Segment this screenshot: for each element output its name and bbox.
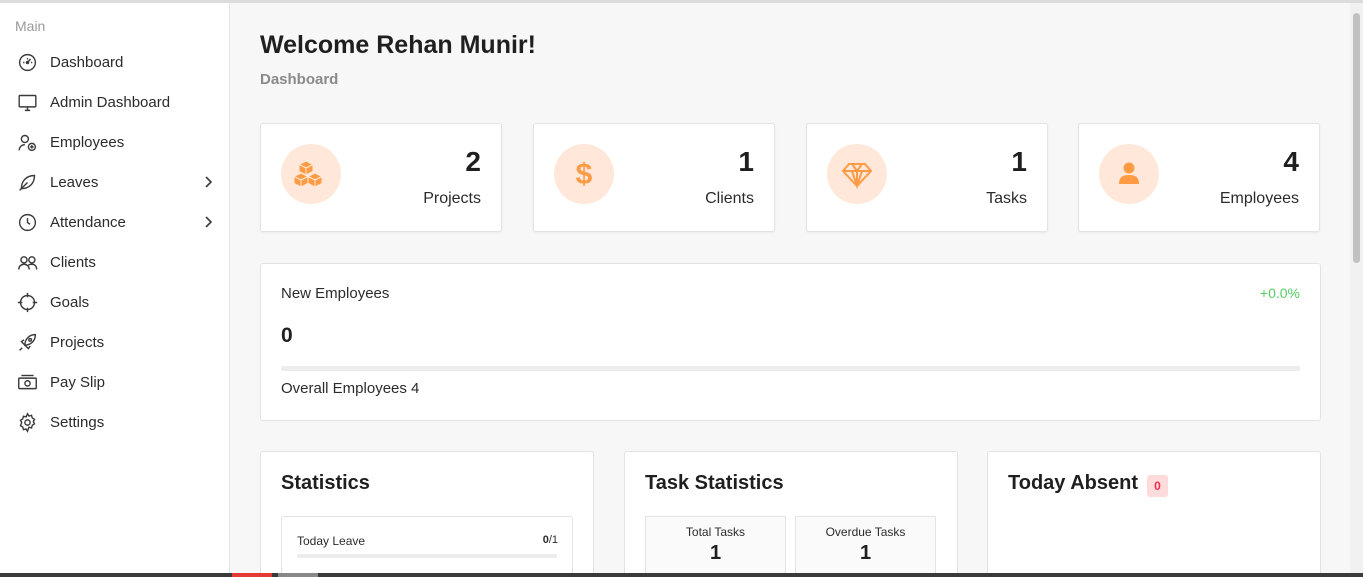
stat-value: 1 <box>1011 146 1027 177</box>
sidebar-item-label: Dashboard <box>50 53 124 71</box>
sidebar-item-admin-dashboard[interactable]: Admin Dashboard <box>0 82 229 122</box>
stat-label: Clients <box>705 190 754 207</box>
sidebar-item-label: Settings <box>50 413 105 431</box>
crosshair-icon <box>16 291 38 313</box>
sidebar-item-label: Projects <box>50 333 105 351</box>
scrollbar-thumb[interactable] <box>1353 13 1360 263</box>
cubes-icon <box>281 144 341 204</box>
svg-text:$: $ <box>576 158 593 191</box>
sidebar-item-attendance[interactable]: Attendance <box>0 202 229 242</box>
new-employees-count: 0 <box>281 324 293 347</box>
taskbar-strip <box>0 573 1363 577</box>
stat-label: Employees <box>1219 190 1299 207</box>
rocket-icon <box>16 331 38 353</box>
taskbar-indicator <box>232 573 272 577</box>
sidebar-item-projects[interactable]: Projects <box>0 322 229 362</box>
users-icon <box>16 251 38 273</box>
sidebar-item-settings[interactable]: Settings <box>0 402 229 442</box>
total-tasks-box: Total Tasks 1 <box>645 516 786 577</box>
user-icon <box>1099 144 1159 204</box>
today-leave-label: Today Leave <box>297 534 366 548</box>
today-absent-title: Today Absent <box>1008 472 1139 494</box>
leaf-icon <box>16 171 38 193</box>
diamond-icon <box>827 144 887 204</box>
dollar-icon: $ <box>554 144 614 204</box>
total-tasks-label: Total Tasks <box>685 525 746 539</box>
stat-card-projects[interactable]: 2 Projects <box>260 123 502 232</box>
statistics-panel: Statistics Today Leave 0/1 <box>260 451 594 577</box>
stat-label: Tasks <box>986 190 1027 207</box>
stat-card-clients[interactable]: $ 1 Clients <box>533 123 775 232</box>
sidebar-item-label: Admin Dashboard <box>50 93 171 111</box>
new-employees-change: +0.0% <box>1259 285 1300 301</box>
sidebar-item-employees[interactable]: Employees <box>0 122 229 162</box>
total-tasks-value: 1 <box>709 542 722 564</box>
main-content: Welcome Rehan Munir! Dashboard 2 Project… <box>230 3 1350 577</box>
stat-value: 1 <box>738 146 754 177</box>
stat-card-employees[interactable]: 4 Employees <box>1078 123 1320 232</box>
sidebar-menu: Dashboard Admin Dashboard Employees Leav… <box>0 42 229 442</box>
overdue-tasks-box: Overdue Tasks 1 <box>795 516 936 577</box>
sidebar-item-leaves[interactable]: Leaves <box>0 162 229 202</box>
cash-icon <box>16 371 38 393</box>
task-statistics-panel: Task Statistics Total Tasks 1 Overdue Ta… <box>624 451 958 577</box>
chevron-right-icon <box>205 216 213 228</box>
user-add-icon <box>16 131 38 153</box>
vertical-scrollbar[interactable] <box>1350 3 1363 577</box>
today-absent-panel: Today Absent 0 <box>987 451 1321 577</box>
today-leave-value: 0/1 <box>542 534 558 546</box>
statistics-title: Statistics <box>281 472 370 494</box>
taskbar-indicator <box>278 573 318 577</box>
sidebar-item-label: Attendance <box>50 213 126 231</box>
gear-icon <box>16 411 38 433</box>
sidebar-item-goals[interactable]: Goals <box>0 282 229 322</box>
breadcrumb: Dashboard <box>260 71 339 88</box>
sidebar-item-clients[interactable]: Clients <box>0 242 229 282</box>
stat-card-tasks[interactable]: 1 Tasks <box>806 123 1048 232</box>
overdue-tasks-label: Overdue Tasks <box>825 525 906 539</box>
today-leave-box: Today Leave 0/1 <box>281 516 573 577</box>
stat-label: Projects <box>423 190 481 207</box>
new-employees-card: New Employees +0.0% 0 Overall Employees … <box>260 263 1321 421</box>
sidebar-item-dashboard[interactable]: Dashboard <box>0 42 229 82</box>
sidebar-item-label: Leaves <box>50 173 99 191</box>
monitor-icon <box>16 91 38 113</box>
page-title: Welcome Rehan Munir! <box>260 31 536 59</box>
sidebar-item-pay-slip[interactable]: Pay Slip <box>0 362 229 402</box>
sidebar-item-label: Pay Slip <box>50 373 106 391</box>
sidebar-item-label: Employees <box>50 133 125 151</box>
task-statistics-title: Task Statistics <box>645 472 784 494</box>
today-leave-progress <box>297 554 557 558</box>
stat-value: 4 <box>1283 146 1299 177</box>
sidebar-section-title: Main <box>15 18 46 34</box>
overdue-tasks-value: 1 <box>859 542 872 564</box>
sidebar-item-label: Clients <box>50 253 96 271</box>
clock-icon <box>16 211 38 233</box>
new-employees-progress <box>281 366 1300 371</box>
sidebar-item-label: Goals <box>50 293 90 311</box>
absent-count-badge: 0 <box>1147 475 1168 497</box>
sidebar: Main Dashboard Admin Dashboard Employees… <box>0 3 230 577</box>
stat-value: 2 <box>465 146 481 177</box>
dashboard-gauge-icon <box>16 51 38 73</box>
chevron-right-icon <box>205 176 213 188</box>
new-employees-title: New Employees <box>281 285 390 302</box>
overall-employees: Overall Employees 4 <box>281 380 420 397</box>
